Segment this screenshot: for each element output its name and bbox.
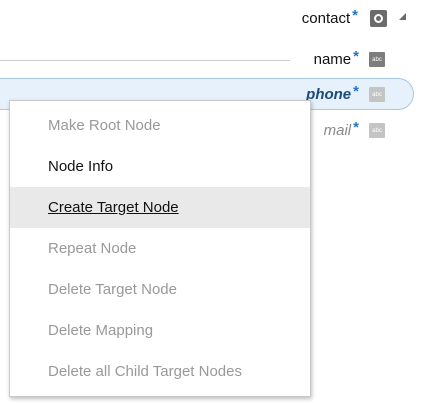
tree-node-phone[interactable]: phone * abc (306, 83, 385, 103)
string-type-icon: abc (369, 52, 385, 67)
menu-item-make-root-node[interactable]: Make Root Node (10, 105, 310, 146)
context-menu: Make Root Node Node Info Create Target N… (9, 100, 311, 397)
menu-item-delete-target-node[interactable]: Delete Target Node (10, 269, 310, 310)
node-label: contact (301, 10, 351, 27)
menu-item-delete-mapping[interactable]: Delete Mapping (10, 310, 310, 351)
tree-connector-line (0, 60, 290, 61)
node-label: name (313, 51, 352, 68)
string-type-icon: abc (369, 123, 385, 138)
required-marker: * (353, 48, 359, 65)
tree-node-email[interactable]: mail * abc (323, 119, 385, 139)
required-marker: * (352, 7, 358, 24)
menu-item-delete-all-child-target-nodes[interactable]: Delete all Child Target Nodes (10, 351, 310, 392)
object-icon (370, 10, 387, 27)
menu-item-repeat-node[interactable]: Repeat Node (10, 228, 310, 269)
node-label: phone (306, 86, 352, 103)
menu-item-node-info[interactable]: Node Info (10, 146, 310, 187)
string-type-icon: abc (369, 87, 385, 102)
tree-node-name[interactable]: name * abc (313, 48, 385, 68)
required-marker: * (353, 119, 359, 136)
node-label: mail (323, 122, 352, 139)
collapse-triangle-icon[interactable] (399, 13, 406, 20)
required-marker: * (353, 83, 359, 100)
tree-node-contact[interactable]: contact * (301, 7, 406, 27)
menu-item-create-target-node[interactable]: Create Target Node (10, 187, 310, 228)
